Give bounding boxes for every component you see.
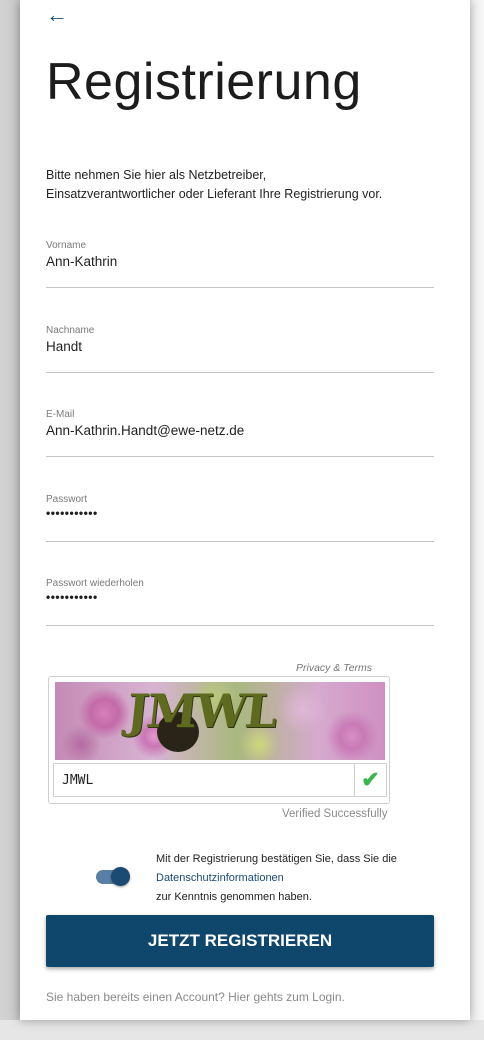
privacy-info-link[interactable]: Datenschutzinformationen: [156, 869, 456, 888]
password-label: Passwort: [46, 494, 88, 505]
email-value[interactable]: Ann-Kathrin.Handt@ewe-netz.de: [46, 423, 244, 438]
last-name-field[interactable]: Nachname Handt: [46, 325, 434, 373]
first-name-value[interactable]: Ann-Kathrin: [46, 254, 117, 269]
register-button[interactable]: JETZT REGISTRIEREN: [46, 915, 434, 967]
intro-line-1: Bitte nehmen Sie hier als Netzbetreiber,: [46, 168, 267, 182]
first-name-field[interactable]: Vorname Ann-Kathrin: [46, 240, 434, 288]
password-value[interactable]: •••••••••••: [46, 506, 98, 520]
password-repeat-field[interactable]: Passwort wiederholen •••••••••••: [46, 578, 434, 626]
toggle-knob: [111, 867, 130, 886]
password-repeat-label: Passwort wiederholen: [46, 578, 144, 589]
intro-line-2: Einsatzverantwortlicher oder Lieferant I…: [46, 187, 383, 201]
page-title: Registrierung: [46, 53, 362, 111]
window-frame-bottom: [0, 1020, 484, 1040]
checkmark-icon: ✔: [355, 763, 387, 797]
last-name-label: Nachname: [46, 325, 95, 336]
consent-line-3: zur Kenntnis genommen haben.: [156, 891, 312, 903]
arrow-left-icon[interactable]: ←: [46, 4, 70, 28]
login-link[interactable]: Sie haben bereits einen Account? Hier ge…: [46, 990, 345, 1004]
window-frame-left: [0, 0, 20, 1040]
captcha-image: JMWL: [55, 682, 385, 760]
intro-text: Bitte nehmen Sie hier als Netzbetreiber,…: [46, 166, 446, 204]
captcha-image-text: JMWL: [124, 684, 279, 738]
first-name-label: Vorname: [46, 240, 87, 251]
window-frame-right: [470, 0, 484, 1040]
password-field[interactable]: Passwort •••••••••••: [46, 494, 434, 542]
consent-toggle[interactable]: [96, 867, 130, 886]
last-name-value[interactable]: Handt: [46, 339, 82, 354]
captcha-input[interactable]: JMWL: [53, 763, 355, 797]
email-field[interactable]: E-Mail Ann-Kathrin.Handt@ewe-netz.de: [46, 409, 434, 457]
consent-text: Mit der Registrierung bestätigen Sie, da…: [156, 850, 456, 907]
captcha-status: Verified Successfully: [282, 808, 388, 820]
captcha-widget: JMWL JMWL ✔: [48, 676, 390, 804]
password-repeat-value[interactable]: •••••••••••: [46, 590, 98, 604]
consent-line-1: Mit der Registrierung bestätigen Sie, da…: [156, 853, 397, 865]
privacy-terms-link[interactable]: Privacy & Terms: [296, 662, 372, 674]
email-label: E-Mail: [46, 409, 75, 420]
